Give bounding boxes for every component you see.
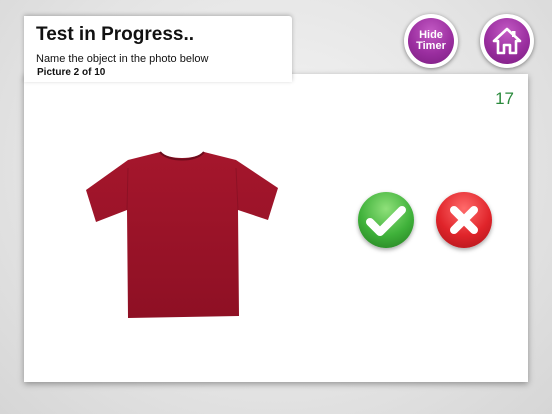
- cross-icon: [450, 206, 478, 234]
- wrong-button[interactable]: [436, 192, 492, 248]
- hide-timer-button-face: Hide Timer: [408, 18, 454, 64]
- progress-label: Picture 2 of 10: [37, 67, 106, 78]
- correct-button[interactable]: [358, 192, 414, 248]
- tshirt-graphic: [86, 151, 278, 318]
- checkmark-icon: [366, 206, 406, 236]
- home-button-face: [484, 18, 530, 64]
- home-button[interactable]: [480, 14, 534, 68]
- tshirt-image: [84, 148, 280, 320]
- page-title: Test in Progress..: [36, 24, 195, 45]
- home-icon: [492, 27, 522, 55]
- hide-timer-label: Hide Timer: [416, 29, 446, 52]
- instruction-text: Name the object in the photo below: [36, 53, 209, 65]
- hide-timer-button[interactable]: Hide Timer: [404, 14, 458, 68]
- timer-countdown: 17: [495, 89, 514, 108]
